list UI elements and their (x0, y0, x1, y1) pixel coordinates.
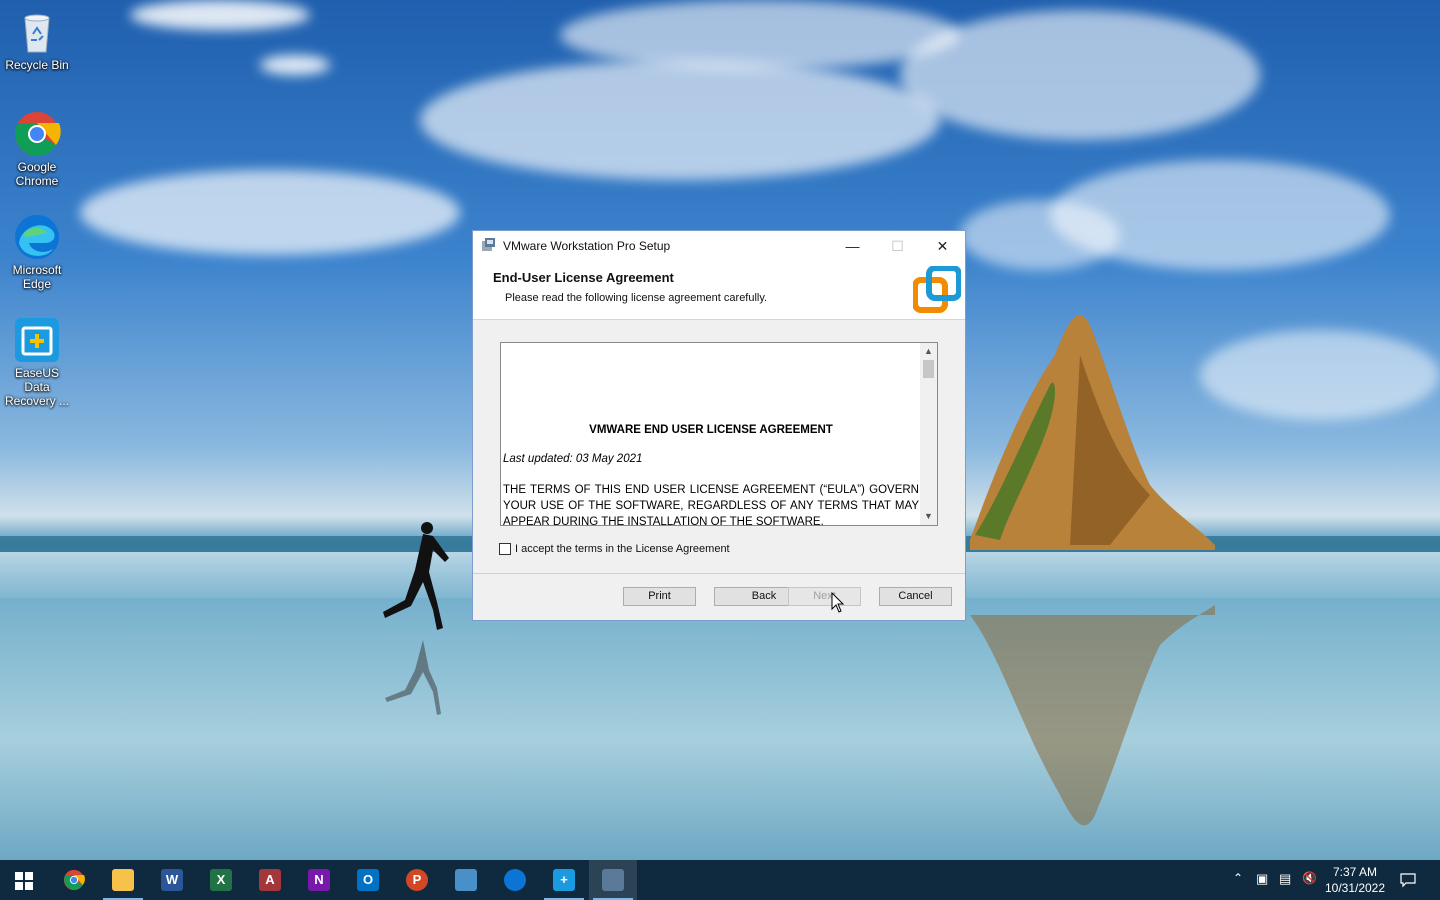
taskbar-powerpoint[interactable]: P (393, 860, 441, 900)
taskbar-control-panel[interactable] (442, 860, 490, 900)
license-textbox[interactable]: VMWARE END USER LICENSE AGREEMENT Last u… (500, 342, 938, 526)
desktop-icon-recycle-bin[interactable]: Recycle Bin (2, 8, 72, 72)
taskbar-access[interactable]: A (246, 860, 294, 900)
accept-terms-label[interactable]: I accept the terms in the License Agreem… (515, 543, 730, 555)
page-subtitle: Please read the following license agreem… (505, 292, 768, 304)
desktop-icon-label: Microsoft Edge (12, 263, 62, 291)
maximize-icon: ☐ (891, 238, 904, 254)
cancel-button[interactable]: Cancel (879, 587, 952, 606)
close-button[interactable]: ✕ (920, 231, 965, 261)
taskbar-easeus[interactable]: + (540, 860, 588, 900)
taskbar-clock[interactable]: 7:37 AM 10/31/2022 (1320, 864, 1390, 896)
dialog-titlebar[interactable]: VMware Workstation Pro Setup — ☐ ✕ (473, 231, 965, 261)
license-last-updated: Last updated: 03 May 2021 (503, 453, 643, 465)
desktop-icon-easeus[interactable]: EaseUS Data Recovery ... (2, 316, 72, 408)
next-button[interactable]: Next (788, 587, 861, 606)
clock-time: 7:37 AM (1332, 865, 1378, 879)
onenote-icon: N (308, 869, 330, 891)
taskbar-chrome[interactable] (50, 860, 98, 900)
accept-terms-checkbox[interactable] (499, 543, 511, 555)
taskbar-onenote[interactable]: N (295, 860, 343, 900)
sea-rock-illustration (970, 315, 1215, 826)
taskbar-file-explorer[interactable] (99, 860, 147, 900)
runner-silhouette (383, 522, 449, 715)
taskbar: W X A N O P + ⌃ ▣ ▤ 🔇 7:37 AM 10/31/2022 (0, 860, 1440, 900)
scroll-up-icon[interactable]: ▲ (920, 343, 937, 360)
taskbar-excel[interactable]: X (197, 860, 245, 900)
network-icon: ▤ (1279, 871, 1292, 886)
mouse-cursor-icon (831, 592, 845, 613)
scrollbar-thumb[interactable] (923, 360, 934, 378)
dialog-title: VMware Workstation Pro Setup (503, 239, 671, 253)
taskbar-word[interactable]: W (148, 860, 196, 900)
taskbar-outlook[interactable]: O (344, 860, 392, 900)
recycle-bin-icon (24, 14, 50, 53)
close-icon: ✕ (936, 238, 949, 254)
windows-start-icon (15, 872, 33, 890)
chevron-up-icon: ⌃ (1233, 871, 1244, 885)
desktop-icon-chrome[interactable]: Google Chrome (2, 110, 72, 188)
page-title: End-User License Agreement (493, 270, 674, 285)
show-hidden-icons-button[interactable]: ⌃ (1230, 860, 1248, 900)
outlook-icon: O (357, 869, 379, 891)
dialog-header: End-User License Agreement Please read t… (473, 261, 965, 320)
access-icon: A (259, 869, 281, 891)
taskbar-edge[interactable] (491, 860, 539, 900)
action-center-button[interactable] (1396, 860, 1420, 900)
installer-app-icon (602, 869, 624, 891)
button-separator (473, 573, 965, 574)
chrome-icon (15, 112, 61, 156)
vmware-setup-dialog: VMware Workstation Pro Setup — ☐ ✕ End-U… (472, 230, 966, 621)
maximize-button[interactable]: ☐ (875, 231, 920, 261)
desktop-icon-edge[interactable]: Microsoft Edge (2, 213, 72, 291)
volume-muted-icon: 🔇 (1302, 871, 1317, 885)
tray-meet-now[interactable]: ▣ (1254, 860, 1274, 900)
desktop-icon-label: EaseUS Data Recovery ... (4, 366, 70, 408)
taskbar-vmware-setup[interactable] (589, 860, 637, 900)
start-button[interactable] (0, 860, 48, 900)
easeus-icon (15, 318, 59, 362)
installer-app-icon (482, 238, 495, 251)
print-button[interactable]: Print (623, 587, 696, 606)
license-body: THE TERMS OF THIS END USER LICENSE AGREE… (503, 484, 919, 526)
desktop-icon-label: Recycle Bin (5, 58, 69, 72)
word-icon: W (161, 869, 183, 891)
tray-volume[interactable]: 🔇 (1300, 860, 1320, 900)
scroll-down-icon[interactable]: ▼ (920, 508, 937, 525)
excel-icon: X (210, 869, 232, 891)
edge-icon (504, 869, 526, 891)
control-panel-icon (455, 869, 477, 891)
powerpoint-icon: P (406, 869, 428, 891)
minimize-icon: — (845, 238, 860, 254)
license-scrollbar[interactable]: ▲ ▼ (920, 343, 937, 525)
folder-icon (112, 869, 134, 891)
license-heading: VMWARE END USER LICENSE AGREEMENT (589, 424, 833, 436)
vmware-logo-icon (913, 266, 961, 313)
edge-icon (15, 215, 59, 259)
camera-icon: ▣ (1256, 871, 1269, 886)
minimize-button[interactable]: — (830, 231, 875, 261)
notification-icon (1400, 873, 1416, 888)
chrome-icon (63, 869, 85, 891)
desktop-icon-label: Google Chrome (15, 160, 59, 188)
tray-network[interactable]: ▤ (1277, 860, 1297, 900)
clock-date: 10/31/2022 (1324, 881, 1386, 895)
easeus-icon: + (553, 869, 575, 891)
